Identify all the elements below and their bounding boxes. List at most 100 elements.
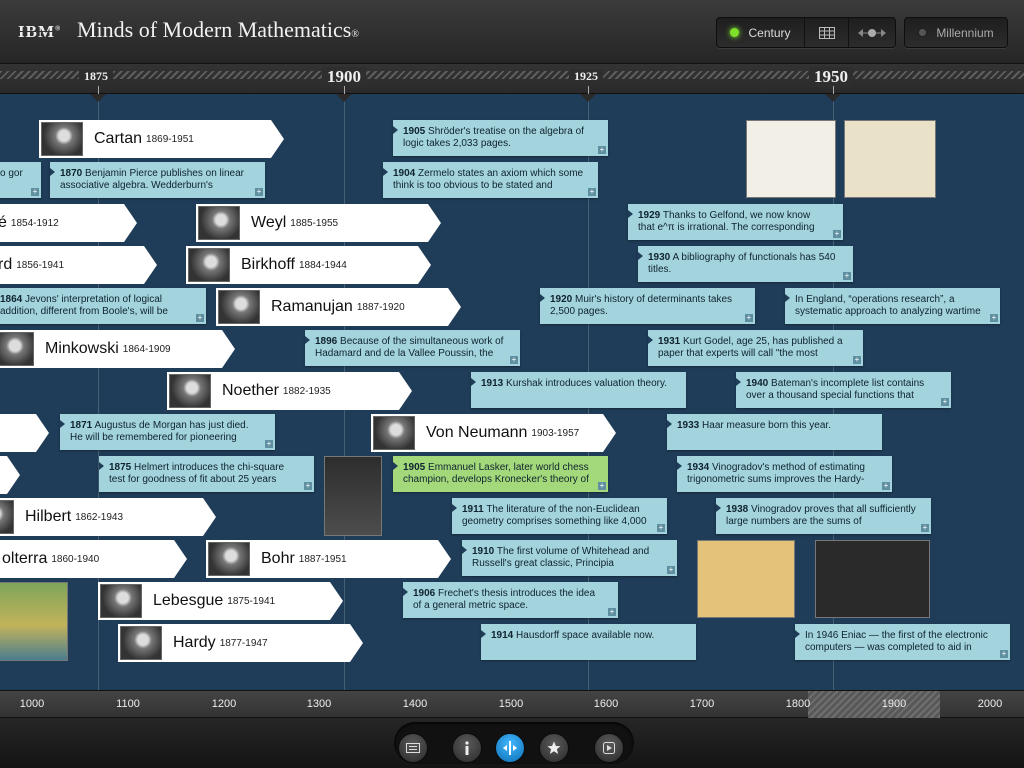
list-button[interactable]	[398, 733, 428, 763]
expand-icon[interactable]: +	[196, 314, 204, 322]
millennium-ruler[interactable]: 1000 1100 1200 1300 1400 1500 1600 1700 …	[0, 690, 1024, 718]
expand-icon[interactable]: +	[588, 188, 596, 196]
computer-room-image[interactable]	[815, 540, 930, 618]
person-tag-cartan[interactable]: Cartan 1869-1951	[39, 120, 284, 158]
expand-icon[interactable]: +	[31, 188, 39, 196]
person-tag-hilbert[interactable]: Hilbert 1862-1943	[0, 498, 216, 536]
event-card[interactable]: 1929 Thanks to Gelfond, we now know that…	[628, 204, 843, 240]
person-tag-weyl[interactable]: Weyl 1885-1955	[196, 204, 441, 242]
millennium-label: Millennium	[936, 25, 994, 40]
expand-icon[interactable]: +	[598, 482, 606, 490]
ruler-label: 1700	[689, 698, 715, 710]
event-card[interactable]: 1938 Vinogradov proves that all sufficie…	[716, 498, 931, 534]
play-icon	[603, 742, 615, 754]
person-tag-clipped[interactable]: rd 1856-1941	[0, 246, 157, 284]
favorites-button[interactable]	[539, 733, 569, 763]
expand-icon[interactable]: +	[304, 482, 312, 490]
grid-view-button[interactable]	[805, 18, 849, 47]
event-card[interactable]: 1910 The first volume of Whitehead and R…	[462, 540, 677, 576]
star-icon	[547, 741, 561, 754]
event-card[interactable]: 1913 Kurshak introduces valuation theory…	[471, 372, 686, 408]
expand-icon[interactable]: +	[882, 482, 890, 490]
expand-icon[interactable]: +	[853, 356, 861, 364]
expand-icon[interactable]: +	[510, 356, 518, 364]
painting-image[interactable]	[697, 540, 795, 618]
ruler-tick	[98, 86, 99, 94]
person-tag-hardy[interactable]: Hardy 1877-1947	[118, 624, 363, 662]
person-tag-lebesgue[interactable]: Lebesgue 1875-1941	[98, 582, 343, 620]
person-tag-clipped[interactable]	[0, 414, 49, 452]
timeline-icon	[503, 741, 517, 755]
expand-icon[interactable]: +	[265, 440, 273, 448]
expand-icon[interactable]: +	[745, 314, 753, 322]
scale-slider-button[interactable]	[849, 18, 895, 47]
person-tag-clipped[interactable]	[0, 456, 20, 494]
person-tag-ramanujan[interactable]: Ramanujan 1887-1920	[216, 288, 461, 326]
play-button[interactable]	[594, 733, 624, 763]
timeline-button[interactable]	[495, 733, 525, 763]
ruler-label: 1500	[498, 698, 524, 710]
event-card[interactable]: 1920 Muir's history of determinants take…	[540, 288, 755, 324]
expand-icon[interactable]: +	[941, 398, 949, 406]
person-tag-birkhoff[interactable]: Birkhoff 1884-1944	[186, 246, 431, 284]
event-card[interactable]: 1906 Frechet's thesis introduces the ide…	[403, 582, 618, 618]
person-tag-von-neumann[interactable]: Von Neumann 1903-1957	[371, 414, 616, 452]
ruler-label: 1400	[402, 698, 428, 710]
grid-icon	[818, 26, 835, 39]
event-card[interactable]: 1905 Shröder's treatise on the algebra o…	[393, 120, 608, 156]
event-card[interactable]: 1911 The literature of the non-Euclidean…	[452, 498, 667, 534]
painting-image[interactable]	[0, 582, 68, 661]
century-ruler[interactable]: 1875 1900 1925 1950	[0, 64, 1024, 94]
event-card[interactable]: In 1946 Eniac — the first of the electro…	[795, 624, 1010, 660]
event-card[interactable]: In England, “operations research”, a sys…	[785, 288, 1000, 324]
expand-icon[interactable]: +	[1000, 650, 1008, 658]
info-button[interactable]	[452, 733, 482, 763]
expand-icon[interactable]: +	[598, 146, 606, 154]
ruler-label: 1200	[211, 698, 237, 710]
person-tag-bohr[interactable]: Bohr 1887-1951	[206, 540, 451, 578]
event-card[interactable]: 1940 Bateman's incomplete list contains …	[736, 372, 951, 408]
expand-icon[interactable]: +	[667, 566, 675, 574]
event-card[interactable]: 1904 Zermelo states an axiom which some …	[383, 162, 598, 198]
person-tag-minkowski[interactable]: Minkowski 1864-1909	[0, 330, 235, 368]
lasker-photo-image[interactable]	[324, 456, 382, 536]
ruler-label: 1800	[785, 698, 811, 710]
event-card[interactable]: 1871 Augustus de Morgan has just died. H…	[60, 414, 275, 450]
app-title: Minds of Modern Mathematics®	[77, 17, 359, 42]
event-card[interactable]: 1933 Haar measure born this year.	[667, 414, 882, 450]
expand-icon[interactable]: +	[843, 272, 851, 280]
portrait-photo	[0, 332, 34, 366]
event-card[interactable]: 1931 Kurt Godel, age 25, has published a…	[648, 330, 863, 366]
event-card[interactable]: 1870 Benjamin Pierce publishes on linear…	[50, 162, 265, 198]
event-card[interactable]: 1930 A bibliography of functionals has 5…	[638, 246, 853, 282]
expand-icon[interactable]: +	[990, 314, 998, 322]
event-card[interactable]: 1875 Helmert introduces the chi-square t…	[99, 456, 314, 492]
visible-range-window[interactable]	[808, 691, 940, 718]
person-tag-volterra[interactable]: olterra 1860-1940	[0, 540, 187, 578]
timeline-canvas[interactable]: Cartan 1869-1951 é 1854-1912 Weyl 1885-1955…	[0, 94, 1024, 690]
ruler-label: 1900	[881, 698, 907, 710]
expand-icon[interactable]: +	[833, 230, 841, 238]
expand-icon[interactable]: +	[255, 188, 263, 196]
millennium-button[interactable]: Millennium	[905, 18, 1007, 47]
event-card[interactable]: 1896 Because of the simultaneous work of…	[305, 330, 520, 366]
expand-icon[interactable]: +	[608, 608, 616, 616]
event-card[interactable]: 1914 Hausdorff space available now.	[481, 624, 696, 660]
millennium-indicator-icon	[918, 28, 928, 37]
century-button[interactable]: Century	[717, 18, 805, 47]
person-tag-poincare[interactable]: é 1854-1912	[0, 204, 137, 242]
architecture-sketch-image[interactable]	[844, 120, 936, 198]
person-tag-noether[interactable]: Noether 1882-1935	[167, 372, 412, 410]
ruler-label: 1600	[593, 698, 619, 710]
event-card[interactable]: o gor +	[0, 162, 41, 198]
portrait-photo	[218, 290, 260, 324]
bottom-toolbar	[0, 718, 1024, 768]
list-icon	[406, 743, 420, 753]
expand-icon[interactable]: +	[657, 524, 665, 532]
expand-icon[interactable]: +	[921, 524, 929, 532]
event-card[interactable]: 1934 Vinogradov's method of estimating t…	[677, 456, 892, 492]
portrait-photo	[373, 416, 415, 450]
event-card-selected[interactable]: 1905 Emmanuel Lasker, later world chess …	[393, 456, 608, 492]
event-card[interactable]: 1864 Jevons' interpretation of logical a…	[0, 288, 206, 324]
architecture-sketch-image[interactable]	[746, 120, 836, 198]
